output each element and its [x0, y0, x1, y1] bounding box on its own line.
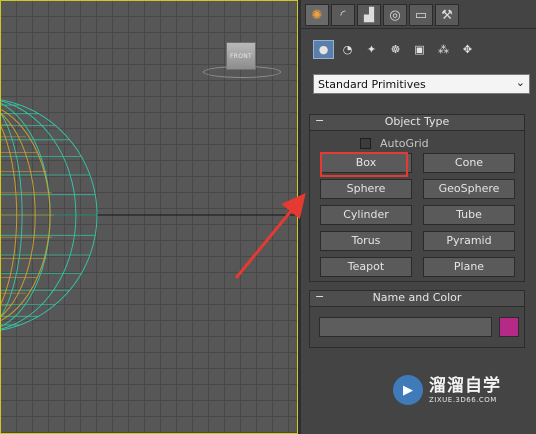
- spacewarps-button[interactable]: ⁂: [433, 40, 454, 59]
- rollout-title: Name and Color: [372, 291, 462, 304]
- dropdown-value: Standard Primitives: [318, 77, 426, 91]
- motion-icon: ◎: [389, 7, 401, 23]
- spacewarps-icon: ⁂: [438, 43, 449, 56]
- tab-modify[interactable]: ◜: [331, 4, 355, 26]
- tab-utilities[interactable]: ⚒: [435, 4, 459, 26]
- geosphere-button[interactable]: GeoSphere: [423, 179, 515, 199]
- primitive-category-dropdown[interactable]: Standard Primitives ⌄: [313, 74, 530, 94]
- tab-hierarchy[interactable]: ▟: [357, 4, 381, 26]
- sphere-button[interactable]: Sphere: [320, 179, 412, 199]
- systems-icon: ✥: [462, 43, 473, 56]
- rollout-title: Object Type: [384, 115, 450, 128]
- object-name-field[interactable]: [319, 317, 492, 337]
- tab-motion[interactable]: ◎: [383, 4, 407, 26]
- autogrid-label: AutoGrid: [380, 137, 429, 150]
- cameras-button[interactable]: ☸: [385, 40, 406, 59]
- lights-icon: ✦: [366, 43, 377, 56]
- object-type-rollout: − Object Type AutoGrid Box Cone Sphere GeoS…: [309, 114, 525, 282]
- systems-button[interactable]: ✥: [457, 40, 478, 59]
- shapes-icon: ◔: [342, 43, 353, 56]
- cameras-icon: ☸: [390, 43, 401, 56]
- collapse-icon[interactable]: −: [315, 114, 324, 128]
- shapes-button[interactable]: ◔: [337, 40, 358, 59]
- cone-button[interactable]: Cone: [423, 153, 515, 173]
- name-and-color-rollout-header[interactable]: − Name and Color: [310, 290, 524, 307]
- plane-button[interactable]: Plane: [423, 257, 515, 277]
- tab-display[interactable]: ▭: [409, 4, 433, 26]
- display-icon: ▭: [414, 7, 428, 23]
- create-icon: ✺: [311, 7, 323, 23]
- teapot-button[interactable]: Teapot: [320, 257, 412, 277]
- play-logo-icon: ▶: [393, 375, 423, 405]
- helpers-button[interactable]: ▣: [409, 40, 430, 59]
- viewcube-label: FRONT: [230, 52, 252, 60]
- pyramid-button[interactable]: Pyramid: [423, 231, 515, 251]
- autogrid-option[interactable]: AutoGrid: [360, 137, 429, 150]
- geometry-button[interactable]: ●: [313, 40, 334, 59]
- box-button[interactable]: Box: [320, 153, 412, 173]
- lights-button[interactable]: ✦: [361, 40, 382, 59]
- command-panel-tabs: ✺ ◜ ▟ ◎ ▭ ⚒: [305, 4, 459, 28]
- viewcube-compass-ring[interactable]: [203, 66, 281, 78]
- autogrid-checkbox[interactable]: [360, 138, 371, 149]
- tab-divider: [301, 28, 536, 29]
- hierarchy-icon: ▟: [364, 7, 374, 23]
- object-color-swatch[interactable]: [499, 317, 519, 337]
- geometry-icon: ●: [318, 43, 329, 56]
- viewport-front[interactable]: FRONT: [0, 0, 298, 434]
- watermark-url: ZIXUE.3D66.COM: [429, 396, 497, 404]
- watermark-title: 溜溜自学: [429, 376, 501, 396]
- modify-icon: ◜: [340, 7, 346, 23]
- collapse-icon[interactable]: −: [315, 290, 324, 304]
- torus-button[interactable]: Torus: [320, 231, 412, 251]
- name-and-color-rollout: − Name and Color: [309, 290, 525, 348]
- tab-create[interactable]: ✺: [305, 4, 329, 26]
- tube-button[interactable]: Tube: [423, 205, 515, 225]
- chevron-down-icon: ⌄: [515, 76, 525, 89]
- object-type-rollout-header[interactable]: − Object Type: [310, 114, 524, 131]
- cylinder-button[interactable]: Cylinder: [320, 205, 412, 225]
- utilities-icon: ⚒: [441, 7, 453, 23]
- watermark: ▶ 溜溜自学 ZIXUE.3D66.COM: [387, 368, 511, 412]
- helpers-icon: ▣: [414, 43, 425, 56]
- object-category-toolbar: ● ◔ ✦ ☸ ▣ ⁂ ✥: [313, 40, 478, 59]
